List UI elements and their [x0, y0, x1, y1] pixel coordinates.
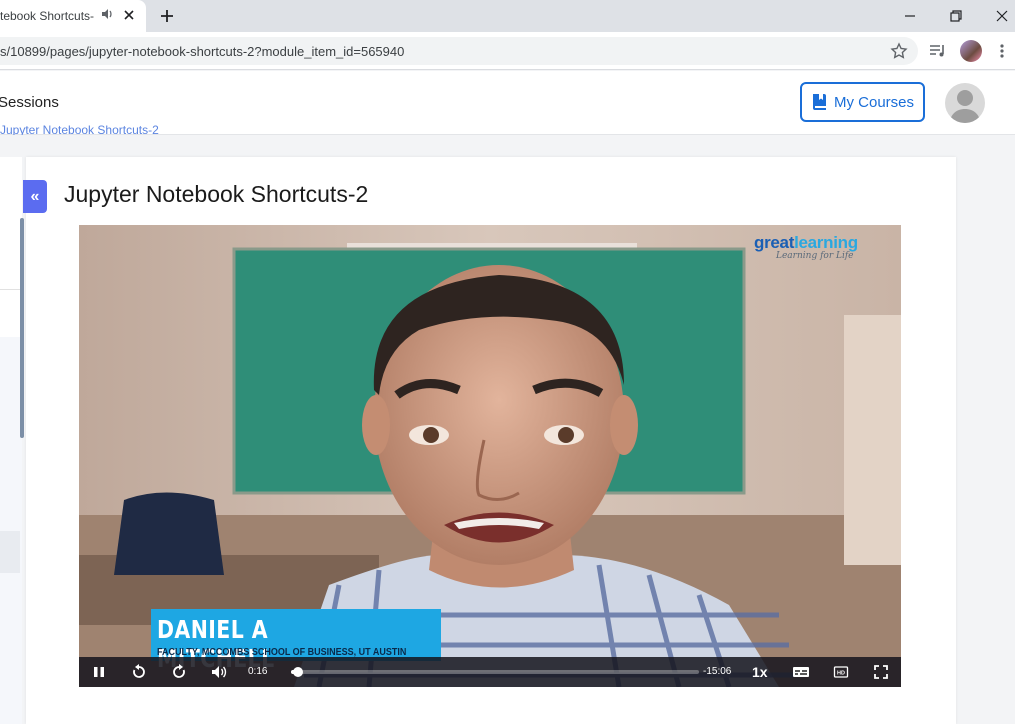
- svg-text:HD: HD: [837, 671, 845, 677]
- browser-profile-avatar[interactable]: [960, 40, 982, 62]
- remaining-time: -15:06: [703, 666, 732, 677]
- volume-icon[interactable]: [211, 664, 227, 680]
- kebab-menu-icon[interactable]: [997, 42, 1007, 60]
- book-icon: [813, 94, 826, 110]
- module-sidebar: [0, 157, 22, 724]
- presenter-lower-third: DANIEL A MITCHELL FACULTY, MCCOMBS SCHOO…: [151, 609, 441, 673]
- pause-icon[interactable]: [91, 664, 107, 680]
- restore-icon[interactable]: [946, 6, 966, 26]
- sidebar-scrollbar[interactable]: [20, 218, 24, 438]
- avatar-icon[interactable]: [945, 83, 985, 123]
- captions-icon[interactable]: [792, 664, 810, 680]
- progress-handle[interactable]: [293, 667, 304, 677]
- my-courses-button[interactable]: My Courses: [800, 82, 925, 122]
- logo-text-learning: learning: [794, 233, 858, 252]
- video-player[interactable]: greatlearning Learning for Life DANIEL A…: [79, 225, 901, 687]
- browser-tab[interactable]: tebook Shortcuts-: [0, 0, 146, 32]
- close-icon[interactable]: [122, 8, 136, 22]
- new-tab-icon[interactable]: [158, 7, 176, 25]
- tab-title: tebook Shortcuts-: [0, 9, 94, 23]
- browser-toolbar: s/10899/pages/jupyter-notebook-shortcuts…: [0, 32, 1015, 70]
- playback-speed-button[interactable]: 1x: [752, 664, 768, 680]
- logo-tagline: Learning for Life: [776, 251, 854, 261]
- page-title: Jupyter Notebook Shortcuts-2: [64, 181, 369, 207]
- fullscreen-icon[interactable]: [873, 664, 889, 680]
- nav-item-sessions[interactable]: Sessions: [0, 94, 59, 111]
- audio-playing-icon[interactable]: [100, 7, 114, 21]
- window-close-icon[interactable]: [992, 6, 1012, 26]
- address-bar[interactable]: s/10899/pages/jupyter-notebook-shortcuts…: [0, 37, 918, 65]
- sidebar-divider: [0, 289, 22, 290]
- star-icon[interactable]: [890, 42, 908, 60]
- media-queue-icon[interactable]: [928, 42, 948, 60]
- forward-icon[interactable]: [171, 664, 187, 680]
- minimize-icon[interactable]: [900, 6, 920, 26]
- progress-bar[interactable]: [291, 667, 699, 677]
- current-time: 0:16: [248, 666, 268, 677]
- hd-icon[interactable]: HD: [833, 664, 849, 680]
- greatlearning-logo: greatlearning Learning for Life: [754, 233, 858, 261]
- video-controls: 0:16 -15:06 1x HD: [79, 657, 901, 687]
- logo-text-great: great: [754, 233, 795, 252]
- my-courses-label: My Courses: [834, 93, 915, 111]
- url-text: s/10899/pages/jupyter-notebook-shortcuts…: [0, 44, 405, 59]
- browser-tab-strip: tebook Shortcuts-: [0, 0, 1015, 32]
- breadcrumb[interactable]: Jupyter Notebook Shortcuts-2: [0, 125, 159, 135]
- collapse-sidebar-button[interactable]: «: [23, 180, 47, 213]
- sidebar-item-selected[interactable]: [0, 531, 20, 573]
- rewind-icon[interactable]: [131, 664, 147, 680]
